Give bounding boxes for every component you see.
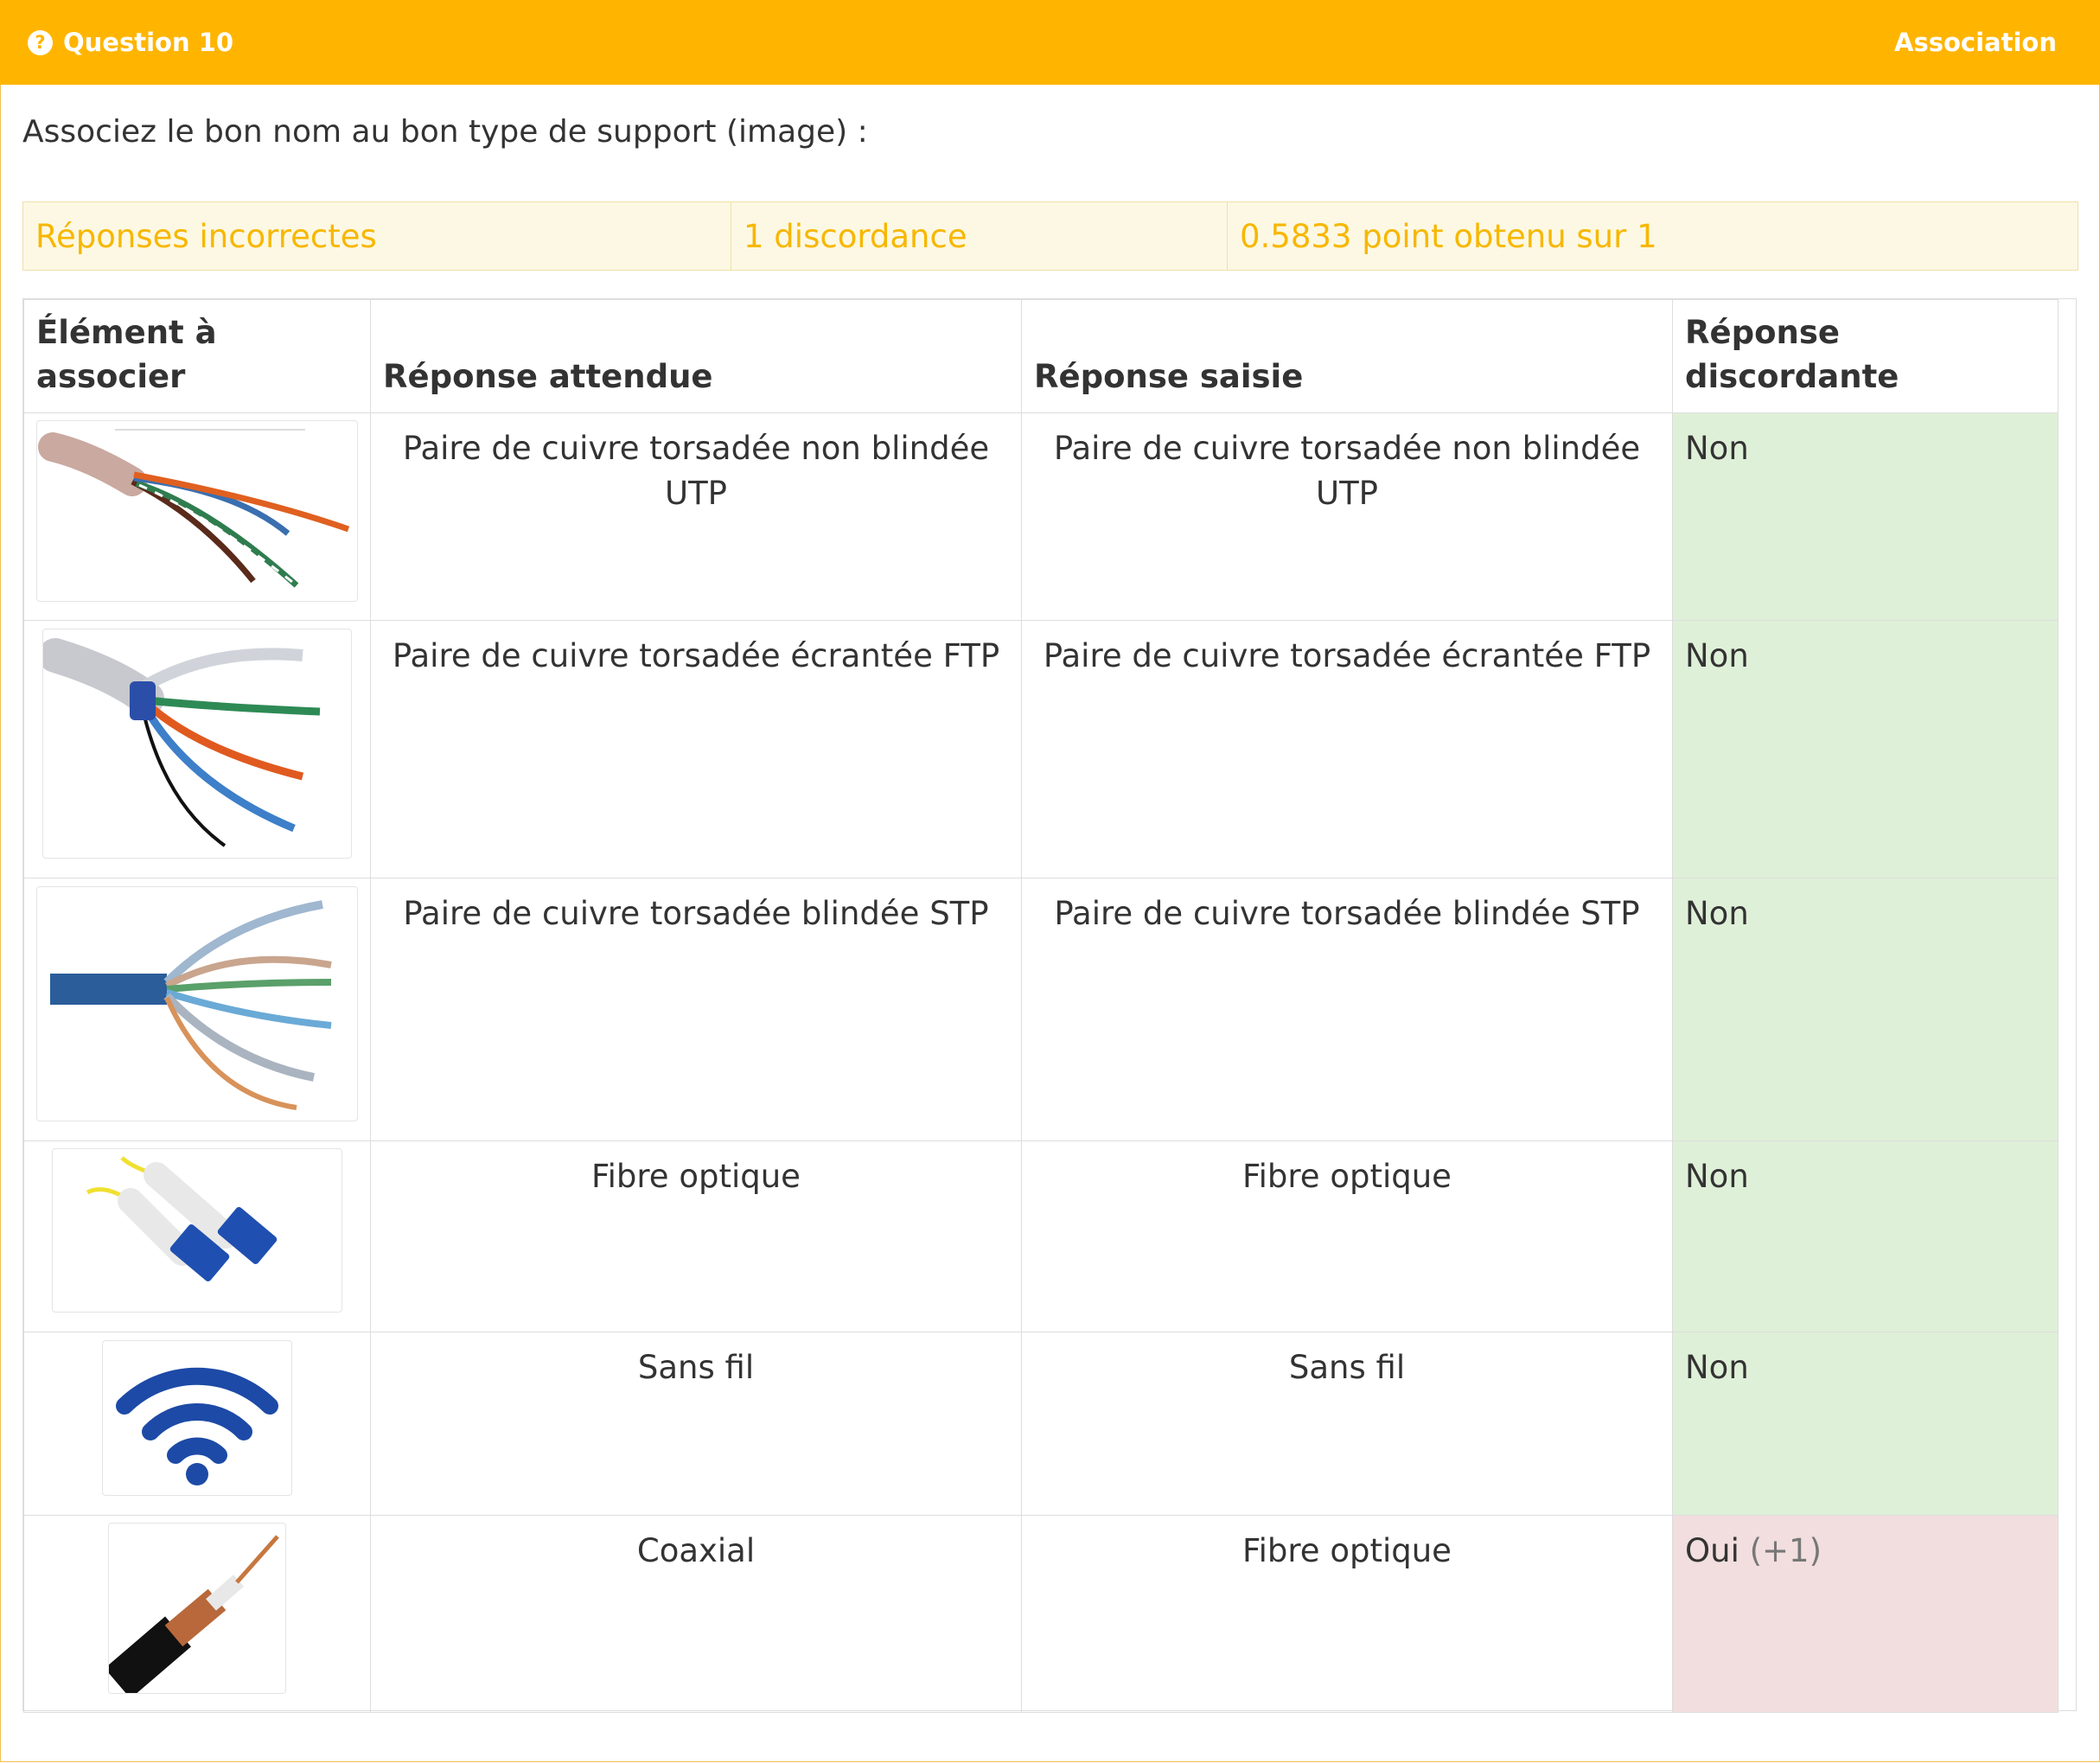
discordant-value: Non (1685, 637, 1749, 674)
coaxial-cable-image (108, 1522, 286, 1694)
question-title: ? Question 10 (28, 28, 233, 57)
table-row: Fibre optique Fibre optique Non (23, 1140, 2059, 1332)
discordant-cell: Non (1672, 1332, 2059, 1516)
entered-answer: Sans fil (1021, 1332, 1673, 1516)
question-prompt: Associez le bon nom au bon type de suppo… (22, 114, 868, 150)
discordant-cell: Non (1672, 412, 2059, 621)
question-header: ? Question 10 Association (0, 0, 2100, 85)
table-row: Paire de cuivre torsadée écrantée FTP Pa… (23, 620, 2059, 878)
score: 0.5833 point obtenu sur 1 (1240, 217, 1657, 255)
discordant-value: Non (1685, 430, 1749, 467)
expected-answer: Paire de cuivre torsadée blindée STP (370, 878, 1022, 1141)
header-entered: Réponse saisie (1021, 299, 1673, 413)
entered-answer: Paire de cuivre torsadée blindée STP (1021, 878, 1673, 1141)
table-row: Paire de cuivre torsadée blindée STP Pai… (23, 878, 2059, 1141)
discordance-bonus: (+1) (1749, 1532, 1822, 1569)
expected-answer: Paire de cuivre torsadée écrantée FTP (370, 620, 1022, 878)
ftp-cable-image (42, 628, 352, 859)
discordant-value: Non (1685, 1349, 1749, 1386)
stp-cable-image (36, 885, 358, 1121)
result-summary: Réponses incorrectes 1 discordance 0.583… (22, 201, 2078, 271)
element-cell (23, 878, 371, 1141)
question-label: Question 10 (63, 28, 234, 57)
discordant-cell: Non (1672, 878, 2059, 1141)
question-type: Association (1894, 28, 2057, 57)
header-expected: Réponse attendue (370, 299, 1022, 413)
expected-answer: Paire de cuivre torsadée non blindée UTP (370, 412, 1022, 621)
discordance-count: 1 discordance (731, 202, 1228, 270)
fiber-optic-image (52, 1148, 342, 1313)
association-table-wrap: Élément à associer Réponse attendue Répo… (22, 298, 2077, 1713)
table-header-row: Élément à associer Réponse attendue Répo… (23, 299, 2059, 413)
header-discordant: Réponse discordante (1672, 299, 2059, 413)
result-status: Réponses incorrectes (23, 202, 731, 270)
table-row: Sans fil Sans fil Non (23, 1332, 2059, 1516)
question-circle-icon: ? (28, 29, 53, 55)
entered-answer: Fibre optique (1021, 1140, 1673, 1332)
wifi-icon (102, 1339, 292, 1496)
element-cell (23, 1332, 371, 1516)
expected-answer: Fibre optique (370, 1140, 1022, 1332)
table-row: Paire de cuivre torsadée non blindée UTP… (23, 412, 2059, 621)
element-cell (23, 1140, 371, 1332)
element-cell (23, 620, 371, 878)
discordant-value: Oui (1685, 1532, 1739, 1569)
discordant-cell: Non (1672, 620, 2059, 878)
element-cell (23, 1515, 371, 1713)
element-cell (23, 412, 371, 621)
expected-answer: Coaxial (370, 1515, 1022, 1713)
entered-answer: Fibre optique (1021, 1515, 1673, 1713)
table-row: Coaxial Fibre optique Oui (+1) (23, 1515, 2059, 1713)
expected-answer: Sans fil (370, 1332, 1022, 1516)
discordant-cell: Non (1672, 1140, 2059, 1332)
discordant-value: Non (1685, 895, 1749, 932)
entered-answer: Paire de cuivre torsadée non blindée UTP (1021, 412, 1673, 621)
entered-answer: Paire de cuivre torsadée écrantée FTP (1021, 620, 1673, 878)
association-table: Élément à associer Réponse attendue Répo… (23, 299, 2059, 1713)
discordant-cell: Oui (+1) (1672, 1515, 2059, 1713)
header-element: Élément à associer (23, 299, 371, 413)
discordant-value: Non (1685, 1158, 1749, 1195)
utp-cable-image (36, 419, 358, 602)
